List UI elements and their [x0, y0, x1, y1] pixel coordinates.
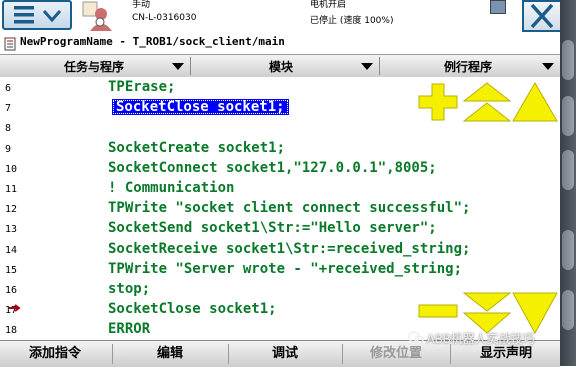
debug-button[interactable]: 调试 — [230, 341, 340, 367]
close-x-icon — [530, 3, 554, 29]
chevron-down-icon — [361, 63, 373, 70]
code-line[interactable]: SocketClose socket1; — [108, 301, 277, 317]
page-down-icon[interactable] — [462, 292, 512, 334]
side-button[interactable] — [562, 150, 574, 190]
tab-label: 例行程序 — [444, 60, 493, 74]
line-number: 9 — [5, 143, 12, 155]
code-line[interactable]: stop; — [108, 281, 150, 297]
triangle-down-icon[interactable] — [512, 292, 558, 334]
code-line[interactable]: SocketConnect socket1,"127.0.0.1",8005; — [108, 160, 437, 176]
triangle-up-icon[interactable] — [512, 82, 558, 122]
tab-label: 模块 — [269, 60, 294, 74]
line-number: 6 — [5, 83, 12, 94]
line-number: 14 — [5, 244, 18, 256]
operator-icon[interactable] — [80, 0, 114, 32]
chevron-down-icon — [172, 63, 184, 70]
wechat-logo-icon — [408, 331, 424, 345]
motor-state: 电机开启 — [310, 0, 347, 10]
selected-code-line[interactable]: SocketClose socket1; — [112, 99, 289, 116]
tab-routines[interactable]: 例行程序 — [380, 55, 560, 77]
edit-button[interactable]: 编辑 — [114, 341, 226, 367]
hamburger-menu-icon — [14, 6, 62, 24]
program-editor-icon — [4, 37, 16, 51]
line-number: 10 — [5, 163, 18, 175]
divider — [450, 344, 451, 364]
minus-icon[interactable] — [418, 302, 458, 320]
operating-mode: 手动 — [132, 0, 151, 10]
watermark: ABB机器人实战技巧 — [408, 330, 535, 347]
code-line[interactable]: ! Communication — [108, 180, 234, 196]
divider — [342, 344, 343, 364]
line-number: 16 — [5, 285, 18, 296]
program-pointer-icon — [9, 304, 27, 312]
close-button[interactable] — [522, 0, 562, 32]
line-number: 12 — [5, 204, 18, 216]
side-button[interactable] — [562, 230, 574, 270]
code-line[interactable]: SocketReceive socket1\Str:=received_stri… — [108, 241, 470, 257]
status-bar: 手动 CN-L-0316030 电机开启 已停止 (速度 100%) — [0, 0, 576, 35]
code-line[interactable]: TPWrite "socket client connect successfu… — [108, 200, 470, 216]
watermark-text: ABB机器人实战技巧 — [426, 332, 535, 346]
run-state: 已停止 (速度 100%) — [310, 16, 394, 26]
tab-header: 任务与程序 模块 例行程序 — [0, 54, 560, 78]
code-line[interactable]: SocketCreate socket1; — [108, 140, 285, 156]
side-button[interactable] — [562, 290, 574, 330]
side-button[interactable] — [562, 40, 574, 80]
divider — [228, 344, 229, 364]
code-line[interactable]: SocketSend socket1\Str:="Hello server"; — [108, 220, 437, 236]
line-number: 11 — [5, 184, 18, 195]
controller-id: CN-L-0316030 — [132, 13, 197, 23]
tab-label: 任务与程序 — [64, 60, 125, 74]
page-up-icon[interactable] — [462, 82, 512, 122]
program-state-icon — [490, 0, 506, 14]
code-line[interactable]: TPWrite "Server wrote - "+received_strin… — [108, 261, 462, 277]
tab-modules[interactable]: 模块 — [191, 55, 379, 77]
plus-icon[interactable] — [418, 83, 458, 121]
line-number: 8 — [5, 123, 12, 135]
code-line[interactable]: TPErase; — [108, 79, 175, 95]
page-title: NewProgramName - T_ROB1/sock_client/main — [20, 35, 285, 48]
code-line[interactable]: ERROR — [108, 321, 150, 337]
tab-tasks-and-programs[interactable]: 任务与程序 — [0, 55, 190, 77]
chevron-down-icon — [542, 63, 554, 70]
side-panel — [560, 0, 576, 366]
divider — [112, 344, 113, 364]
line-number: 7 — [5, 103, 12, 115]
side-button[interactable] — [562, 96, 574, 136]
line-number: 15 — [5, 264, 18, 276]
add-instruction-button[interactable]: 添加指令 — [0, 341, 110, 367]
main-menu-button[interactable] — [2, 0, 72, 30]
line-number: 13 — [5, 224, 18, 236]
line-number: 18 — [5, 325, 18, 337]
window-title-bar: NewProgramName - T_ROB1/sock_client/main — [0, 34, 576, 55]
